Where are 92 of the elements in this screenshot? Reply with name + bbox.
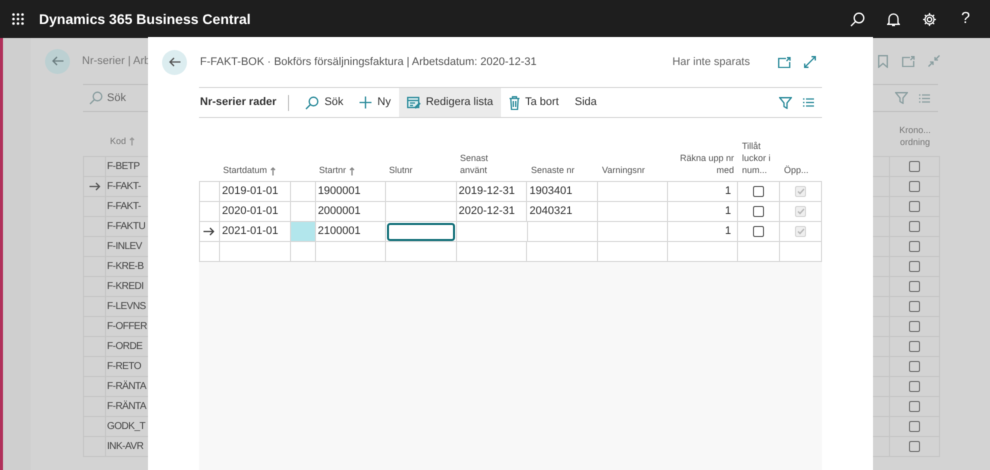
- sort-arrow-icon: [270, 167, 276, 176]
- column-header[interactable]: Varningsnr: [602, 164, 645, 176]
- filter-icon[interactable]: [895, 92, 908, 104]
- bell-icon[interactable]: [887, 12, 900, 26]
- table-cell-text: F-RETO: [106, 360, 142, 374]
- table-cell-text: 2020-12-31: [458, 204, 516, 220]
- checkbox[interactable]: [909, 321, 920, 332]
- table-cell-text: F-OFFER: [106, 320, 147, 334]
- bookmark-icon[interactable]: [878, 54, 888, 68]
- back-arrow-icon: [52, 56, 64, 66]
- table-cell-text: 2019-12-31: [458, 184, 516, 200]
- table-cell-text: F-ORDE: [106, 340, 142, 354]
- table-cell-text: F-KREDI: [106, 280, 144, 294]
- column-header[interactable]: Startnr: [319, 164, 356, 176]
- sort-arrow-icon: [349, 167, 356, 176]
- back-arrow-icon: [168, 57, 180, 67]
- checkbox[interactable]: [909, 181, 920, 192]
- column-header[interactable]: Startdatum: [223, 164, 276, 176]
- dialog-title: F-FAKT-BOK · Bokförs försäljningsfaktura | Arbetsdatum: 2020-12-31: [200, 54, 537, 70]
- checkbox[interactable]: [909, 261, 920, 272]
- checkbox[interactable]: [909, 421, 920, 432]
- list-view-icon[interactable]: [803, 98, 814, 107]
- table-cell-text: 2021-01-01: [220, 224, 280, 240]
- search-icon: [89, 91, 103, 105]
- table-cell-text: 1903401: [528, 184, 574, 200]
- collapse-icon[interactable]: [928, 55, 940, 67]
- checkbox[interactable]: [909, 401, 920, 412]
- column-header[interactable]: Slutnr: [389, 164, 413, 176]
- checkbox[interactable]: [909, 161, 920, 172]
- checkbox[interactable]: [909, 361, 920, 372]
- checkbox[interactable]: [753, 226, 764, 237]
- table-cell-text: 2100001: [316, 224, 362, 240]
- toolbar-button[interactable]: Sida: [566, 88, 605, 117]
- column-header[interactable]: Senaste nr: [531, 164, 575, 176]
- column-header[interactable]: Senast använt: [460, 152, 516, 176]
- table-cell-text: F-FAKT-: [106, 180, 141, 194]
- table-cell-text: 1: [724, 224, 732, 240]
- share-icon[interactable]: [902, 56, 915, 66]
- share-icon[interactable]: [778, 56, 791, 68]
- checkbox[interactable]: [909, 381, 920, 392]
- table-cell-text: F-FAKT-: [106, 200, 141, 214]
- checkbox[interactable]: [909, 341, 920, 352]
- app-launcher-icon[interactable]: [12, 13, 24, 25]
- search-button[interactable]: Sök: [89, 90, 126, 106]
- table-cell-text: F-KRE-B: [106, 260, 144, 274]
- save-status: Har inte sparats: [672, 54, 750, 70]
- sort-arrow-icon: [129, 136, 136, 146]
- expand-icon[interactable]: [804, 56, 816, 68]
- toolbar-button[interactable]: Ta bort: [501, 88, 567, 117]
- checkbox[interactable]: [909, 301, 920, 312]
- help-button[interactable]: ?: [961, 7, 970, 31]
- checkbox[interactable]: [753, 206, 764, 217]
- table-cell-text: 1: [724, 184, 732, 200]
- checkbox[interactable]: [909, 281, 920, 292]
- table-cell-text: 2019-01-01: [220, 184, 280, 200]
- trash-icon: [509, 96, 520, 110]
- plus-icon: [359, 96, 372, 109]
- table-cell-text: F-RÄNTA: [106, 400, 146, 414]
- table-cell-text: GODK_T: [106, 420, 146, 434]
- settings-icon[interactable]: [922, 12, 938, 26]
- checkbox[interactable]: [909, 221, 920, 232]
- selection-cell[interactable]: [290, 222, 315, 241]
- search-icon[interactable]: [850, 12, 866, 26]
- edit-list-icon: [406, 96, 421, 109]
- back-button[interactable]: [162, 50, 187, 74]
- table-cell-text: 2020-01-01: [220, 204, 280, 220]
- toolbar-button[interactable]: Ny: [351, 88, 399, 117]
- table-cell-text: 1: [724, 204, 732, 220]
- table-cell-text: INK-AVR: [106, 440, 144, 454]
- table-cell-text: 2000001: [316, 204, 362, 220]
- checkbox[interactable]: [909, 201, 920, 212]
- toolbar-button[interactable]: Sök: [297, 88, 352, 117]
- table-cell-text: 2040321: [528, 204, 574, 220]
- column-header[interactable]: Tillåt luckor i num...: [742, 140, 776, 176]
- table-cell-text: F-RÄNTA: [106, 380, 146, 394]
- app-title: Dynamics 365 Business Central: [39, 10, 251, 29]
- column-header[interactable]: Öpp...: [784, 164, 809, 176]
- search-icon: [305, 96, 320, 110]
- table-cell-text: F-LEVNS: [106, 300, 146, 314]
- column-header[interactable]: Räkna upp nr med: [678, 152, 734, 176]
- list-view-icon[interactable]: [919, 94, 930, 102]
- toolbar-label: Nr-serier rader: [200, 95, 276, 110]
- table-cell-text: 1900001: [316, 184, 362, 200]
- checkbox[interactable]: [909, 441, 920, 452]
- input-field[interactable]: [386, 222, 455, 240]
- filter-icon[interactable]: [779, 96, 792, 108]
- table-cell-text: F-FAKTU: [106, 220, 146, 234]
- toolbar-button[interactable]: Redigera lista: [398, 88, 502, 117]
- checkbox[interactable]: [753, 186, 764, 197]
- table-cell-text: F-INLEV: [106, 240, 142, 254]
- table-cell-text: F-BETP: [106, 160, 140, 174]
- checkbox[interactable]: [909, 241, 920, 252]
